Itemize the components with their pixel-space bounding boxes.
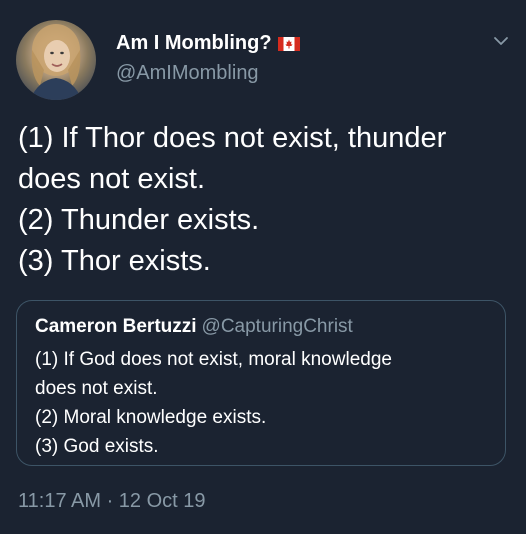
author-name-row: Am I Mombling? [116, 32, 300, 55]
tweet-body: (1) If Thor does not exist, thunder does… [18, 118, 512, 282]
quoted-author-handle: @CapturingChrist [201, 316, 353, 337]
avatar[interactable] [16, 20, 96, 100]
tweet-card: Am I Mombling? @AmIMombling (1) If Thor … [0, 0, 526, 534]
quoted-tweet-body: (1) If God does not exist, moral knowled… [35, 345, 495, 461]
tweet-timestamp[interactable]: 11:17 AM · 12 Oct 19 [18, 490, 206, 513]
tweet-line: (1) If Thor does not exist, thunder [18, 122, 447, 154]
author-display-name[interactable]: Am I Mombling? [116, 32, 272, 55]
tweet-line: (2) Thunder exists. [18, 204, 260, 236]
canada-flag-icon [277, 36, 300, 51]
quoted-tweet[interactable]: Cameron Bertuzzi @CapturingChrist (1) If … [16, 300, 506, 466]
quoted-tweet-line: does not exist. [35, 378, 158, 399]
quoted-tweet-line: (3) God exists. [35, 436, 159, 457]
tweet-line: (3) Thor exists. [18, 245, 211, 277]
avatar-photo [30, 24, 82, 100]
tweet-line: does not exist. [18, 163, 205, 195]
quoted-tweet-line: (2) Moral knowledge exists. [35, 407, 267, 428]
chevron-down-icon[interactable] [492, 32, 510, 50]
quoted-tweet-line: (1) If God does not exist, moral knowled… [35, 349, 392, 370]
quoted-author-name: Cameron Bertuzzi [35, 316, 197, 337]
quoted-tweet-header: Cameron Bertuzzi @CapturingChrist [35, 316, 353, 338]
author-handle[interactable]: @AmIMombling [116, 62, 259, 85]
